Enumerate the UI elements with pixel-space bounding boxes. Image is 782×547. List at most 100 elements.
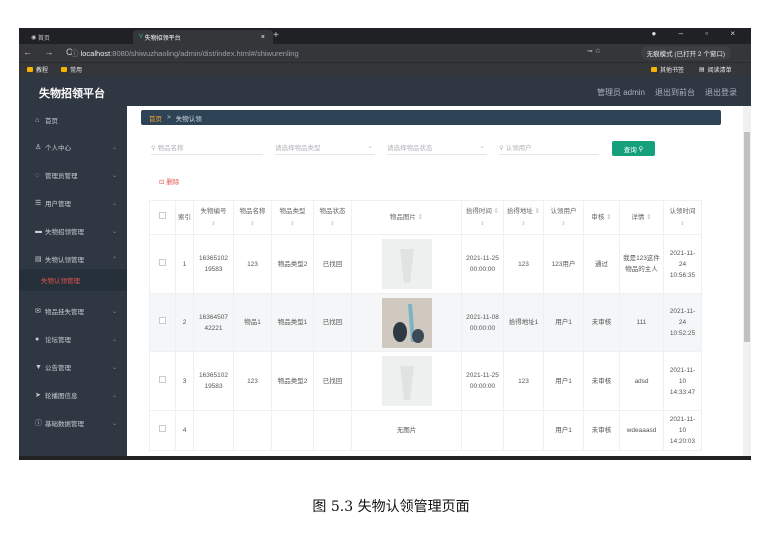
- sort-icon[interactable]: ⇕: [272, 218, 313, 230]
- sidebar-item-basic-data[interactable]: ⓘ 基础数据管理 ⌄: [19, 413, 127, 433]
- cell-time: 2021-11-25 00:00:00: [461, 234, 504, 294]
- col-header[interactable]: 详情 ⇕: [619, 200, 664, 235]
- scrollbar[interactable]: [743, 106, 751, 460]
- table-row[interactable]: 4 无图片 用户1 未审核 wdeaaasd 2021-11-10 14:20:…: [149, 410, 702, 451]
- item-name-input[interactable]: ⚲ 物品名称: [151, 142, 263, 155]
- new-tab-icon[interactable]: +: [273, 30, 279, 41]
- cell-user: 123用户: [543, 234, 584, 294]
- nav-buttons[interactable]: ← → C: [23, 47, 78, 57]
- col-header[interactable]: 拾得时间 ⇕ ⇕: [461, 200, 504, 235]
- cell-image[interactable]: [351, 293, 462, 352]
- notice-icon: ▼: [35, 363, 42, 371]
- cell-code: [193, 410, 234, 451]
- sidebar-subitem-claims[interactable]: 失物认领管理: [19, 269, 127, 291]
- sidebar-item-users[interactable]: ☰ 用户管理 ⌄: [19, 193, 127, 213]
- sidebar-item-home[interactable]: ⌂ 首页: [19, 110, 127, 130]
- col-header[interactable]: 物品状态 ⇕: [313, 200, 352, 235]
- col-header[interactable]: 物品名称 ⇕: [233, 200, 272, 235]
- cell-type: 物品类型2: [271, 351, 314, 411]
- cell-name: 物品1: [233, 293, 272, 352]
- chevron-down-icon: ⌄: [111, 420, 117, 427]
- sidebar-item-reports[interactable]: ✉ 物品挂失管理 ⌄: [19, 301, 127, 321]
- back-to-front-link[interactable]: 退出到前台: [655, 87, 695, 98]
- sidebar-item-admins[interactable]: ◌ 管理员管理 ⌄: [19, 165, 127, 185]
- sidebar-item-profile[interactable]: ♙ 个人中心 ⌄: [19, 137, 127, 157]
- breadcrumb-current: 失物认领: [175, 115, 202, 123]
- sort-icon[interactable]: ⇕: [234, 218, 271, 230]
- col-header[interactable]: 拾得地址 ⇕ ⇕: [503, 200, 544, 235]
- row-checkbox[interactable]: [149, 351, 176, 411]
- reading-list-icon: ▤: [699, 67, 705, 73]
- cell-image[interactable]: [351, 234, 462, 294]
- col-header[interactable]: 物品图片 ⇕: [351, 200, 462, 235]
- sort-icon[interactable]: ⇕: [462, 218, 503, 230]
- sort-icon[interactable]: ⇕: [194, 218, 233, 230]
- delete-button[interactable]: ⊡ 删除: [159, 176, 179, 186]
- sidebar-item-forum[interactable]: ● 论坛管理 ⌄: [19, 329, 127, 349]
- bookmark-other[interactable]: 其他书签: [651, 65, 684, 74]
- sort-icon[interactable]: ⇕: [535, 208, 540, 215]
- logout-link[interactable]: 退出登录: [705, 87, 737, 98]
- claim-user-input[interactable]: ⚲ 认领用户: [499, 142, 599, 155]
- bookmark-common[interactable]: 常用: [61, 65, 82, 74]
- col-header[interactable]: 认领时间 ⇕: [663, 200, 702, 235]
- sort-icon[interactable]: ⇕: [494, 208, 499, 215]
- browser-tab-active[interactable]: V 失物招领平台 ×: [133, 30, 273, 44]
- col-header[interactable]: 失物编号 ⇕: [193, 200, 234, 235]
- sidebar-item-lost-found[interactable]: ▬ 失物招领管理 ⌄: [19, 221, 127, 241]
- row-checkbox[interactable]: [149, 234, 176, 294]
- chevron-down-icon: ⌄: [111, 336, 117, 343]
- sort-icon[interactable]: ⇕: [544, 218, 583, 230]
- cell-time: 2021-11-25 00:00:00: [461, 351, 504, 411]
- item-photo[interactable]: [381, 239, 432, 289]
- sort-icon[interactable]: ⇕: [646, 214, 651, 221]
- cell-type: 物品类型1: [271, 293, 314, 352]
- sidebar-item-carousel[interactable]: ➤ 轮播图信息 ⌄: [19, 385, 127, 405]
- breadcrumb-home[interactable]: 首页: [149, 113, 162, 123]
- sort-icon[interactable]: ⇕: [314, 218, 351, 230]
- key-icon[interactable]: ⊸ ☆: [587, 47, 601, 55]
- sort-icon[interactable]: ⇕: [504, 218, 543, 230]
- user-icon: ♙: [35, 144, 42, 151]
- window-controls[interactable]: ● – ▫ ×: [652, 29, 745, 38]
- bookmark-tutorial[interactable]: 教程: [27, 65, 48, 74]
- row-checkbox[interactable]: [149, 410, 176, 451]
- cell-status: 已找回: [313, 351, 352, 411]
- search-icon: ⚲: [151, 145, 158, 152]
- cell-code: 1636510219583: [193, 234, 234, 294]
- chevron-down-icon: ⌄: [479, 143, 485, 150]
- cell-address: 123: [503, 351, 544, 411]
- sort-icon[interactable]: ⇕: [418, 214, 423, 221]
- item-status-select[interactable]: 请选择物品状态 ⌄: [387, 142, 487, 155]
- incognito-badge[interactable]: 无痕模式 (已打开 2 个窗口): [640, 46, 731, 60]
- col-header[interactable]: 物品类型 ⇕: [271, 200, 314, 235]
- url-field[interactable]: ⓘ localhost:8080/shiwuzhaoling/admin/dis…: [71, 48, 299, 59]
- cell-audit: 未审核: [583, 410, 620, 451]
- box-icon: ▬: [35, 227, 42, 235]
- col-header[interactable]: 审核 ⇕: [583, 200, 620, 235]
- chevron-down-icon: ⌄: [111, 144, 117, 151]
- item-type-select[interactable]: 请选择物品类型 ⌄: [275, 142, 375, 155]
- cell-claim-time: 2021-11-10 14:20:03: [663, 410, 702, 451]
- query-button[interactable]: 查询 ⚲: [612, 141, 655, 156]
- row-checkbox[interactable]: [149, 293, 176, 352]
- scrollbar-thumb[interactable]: [744, 132, 750, 342]
- sort-icon[interactable]: ⇕: [606, 214, 611, 221]
- sidebar-item-notices[interactable]: ▼ 公告管理 ⌄: [19, 357, 127, 377]
- cell-detail: 我是123这件物品的主人: [619, 234, 664, 294]
- browser-tabbar: ◉ 首页× V 失物招领平台× + ● – ▫ ×: [19, 28, 751, 44]
- cell-image[interactable]: [351, 351, 462, 411]
- sidebar-item-claims[interactable]: ▤ 失物认领管理 ⌃: [19, 249, 127, 269]
- sort-icon[interactable]: ⇕: [664, 218, 701, 230]
- col-header[interactable]: 认领用户 ⇕: [543, 200, 584, 235]
- item-photo[interactable]: [381, 297, 432, 348]
- select-all-checkbox[interactable]: [149, 200, 176, 235]
- table-row[interactable]: 2 1636450742221 物品1 物品类型1 已找回 2021-11-08…: [149, 293, 702, 352]
- close-icon[interactable]: ×: [261, 34, 265, 41]
- table-row[interactable]: 1 1636510219583 123 物品类型2 已找回 2021-11-25…: [149, 234, 702, 294]
- cell-status: [313, 410, 352, 451]
- item-photo[interactable]: [381, 356, 432, 406]
- reading-list[interactable]: ▤ 阅读清单: [699, 65, 732, 74]
- table-row[interactable]: 3 1636510219583 123 物品类型2 已找回 2021-11-25…: [149, 351, 702, 411]
- sidebar: ⌂ 首页 ♙ 个人中心 ⌄ ◌ 管理员管理 ⌄ ☰ 用户管理 ⌄ ▬ 失物招领管理 ⌄ ▤ 失物认领…: [19, 106, 127, 460]
